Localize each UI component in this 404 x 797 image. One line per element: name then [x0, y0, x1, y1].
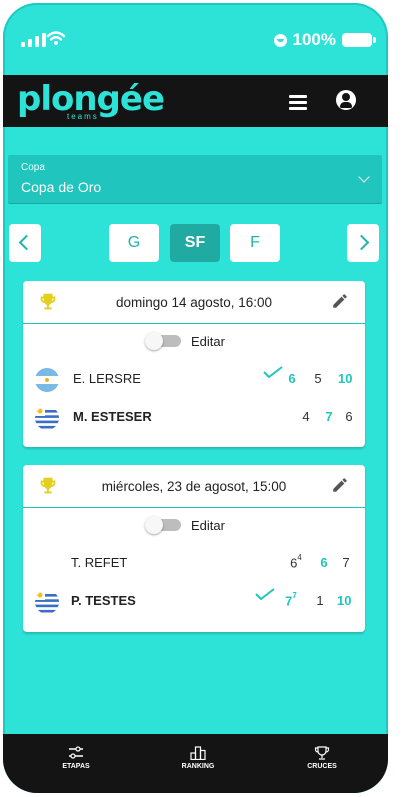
stage-tab-g[interactable]: G	[109, 224, 159, 262]
nav-ranking[interactable]: RANKING	[163, 746, 233, 770]
set-score: 6	[320, 555, 328, 570]
do-not-disturb-icon	[273, 33, 287, 47]
edit-label: Editar	[191, 334, 225, 349]
status-bar: 100%	[3, 3, 388, 75]
chevron-down-icon	[358, 171, 370, 183]
signal-icon	[21, 33, 46, 47]
podium-icon	[190, 746, 206, 760]
winner-check-icon	[263, 366, 283, 378]
match-card-header: domingo 14 agosto, 16:00	[23, 281, 365, 324]
chevron-left-icon	[18, 234, 35, 251]
argentina-flag-icon	[35, 368, 59, 392]
edit-pencil-icon[interactable]	[331, 476, 349, 494]
set-score: 64	[289, 553, 303, 570]
player-row: E. LERSRE 6 5 10	[23, 360, 365, 398]
app-header: plongée teams	[3, 75, 388, 127]
player-name: P. TESTES	[71, 593, 136, 608]
uruguay-flag-icon	[35, 406, 59, 430]
set-score: 10	[337, 593, 352, 608]
sliders-icon	[69, 746, 83, 759]
set-score: 6	[345, 409, 353, 424]
cup-select-label: Copa	[21, 162, 45, 173]
battery-icon	[342, 33, 376, 47]
chevron-right-icon	[353, 234, 370, 251]
nav-cruces-label: CRUCES	[307, 763, 337, 770]
nav-cruces[interactable]: CRUCES	[287, 746, 357, 770]
logo-subtitle: teams	[67, 112, 99, 121]
tiebreak-score: 7	[292, 591, 297, 600]
set-score: 1	[316, 593, 324, 608]
battery-percent: 100%	[292, 30, 336, 49]
match-card: miércoles, 23 de agosot, 15:00 Editar T.…	[23, 465, 365, 632]
cup-select-value: Copa de Oro	[21, 179, 102, 195]
set-score: 10	[338, 371, 353, 386]
player-row: M. ESTESER 4 7 6	[23, 398, 365, 436]
stage-tab-sf[interactable]: SF	[170, 224, 220, 262]
edit-toggle[interactable]	[145, 332, 181, 350]
player-name: E. LERSRE	[73, 371, 141, 386]
tiebreak-score: 4	[297, 553, 302, 562]
next-stage-button[interactable]	[347, 224, 379, 262]
edit-label: Editar	[191, 518, 225, 533]
hamburger-menu-icon[interactable]	[289, 95, 307, 110]
match-date: domingo 14 agosto, 16:00	[115, 295, 273, 310]
edit-pencil-icon[interactable]	[331, 292, 349, 310]
player-name: M. ESTESER	[73, 409, 152, 424]
match-card-header: miércoles, 23 de agosot, 15:00	[23, 465, 365, 508]
cup-select[interactable]: Copa Copa de Oro	[8, 155, 382, 203]
previous-stage-button[interactable]	[9, 224, 41, 262]
trophy-icon	[314, 746, 330, 760]
set-score: 5	[314, 371, 322, 386]
match-card: domingo 14 agosto, 16:00 Editar E. LERSR…	[23, 281, 365, 447]
edit-toggle[interactable]	[145, 516, 181, 534]
set-score: 6	[288, 371, 296, 386]
edit-row: Editar	[23, 324, 365, 360]
nav-etapas-label: ETAPAS	[62, 763, 90, 770]
bottom-nav: ETAPAS RANKING CRUCES	[3, 734, 388, 793]
nav-ranking-label: RANKING	[181, 763, 215, 770]
set-score: 4	[302, 409, 310, 424]
set-score: 7	[325, 409, 333, 424]
wifi-icon	[46, 31, 66, 45]
set-score: 77	[284, 591, 298, 608]
winner-check-icon	[255, 588, 275, 600]
phone-frame: 100% plongée teams Copa Copa de Oro G SF…	[3, 3, 388, 793]
account-icon[interactable]	[336, 90, 356, 110]
edit-row: Editar	[23, 508, 365, 544]
uruguay-flag-icon	[35, 590, 59, 614]
player-name: T. REFET	[71, 555, 128, 570]
nav-etapas[interactable]: ETAPAS	[41, 746, 111, 770]
stage-tab-f[interactable]: F	[230, 224, 280, 262]
player-row: T. REFET 64 6 7	[23, 544, 365, 582]
match-date: miércoles, 23 de agosot, 15:00	[101, 479, 287, 494]
set-score: 7	[342, 555, 350, 570]
battery-status: 100%	[273, 30, 376, 50]
player-row: P. TESTES 77 1 10	[23, 582, 365, 620]
